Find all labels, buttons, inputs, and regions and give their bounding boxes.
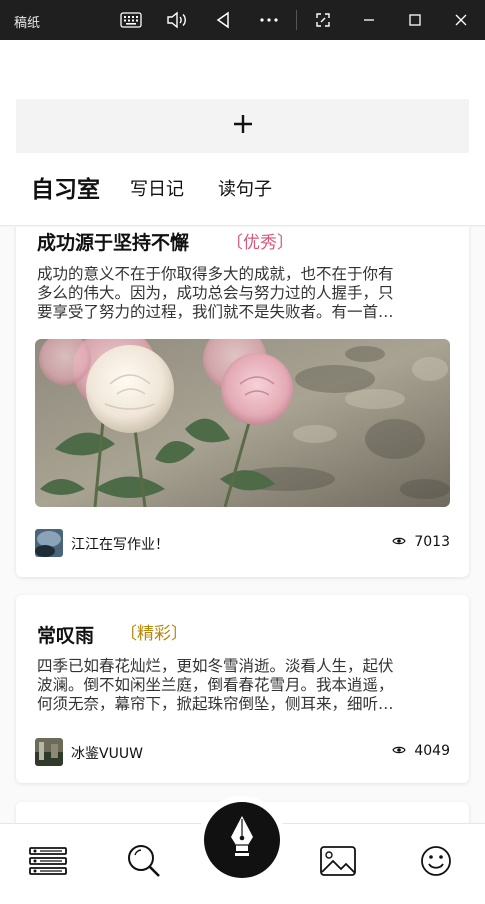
pen-nib-icon — [227, 815, 257, 865]
add-post-button[interactable] — [16, 99, 469, 153]
close-icon[interactable] — [449, 8, 473, 32]
post-feed[interactable]: 成功源于坚持不懈 〔优秀〕 成功的意义不在于你取得多大的成就，也不在于你有 多么… — [0, 227, 485, 823]
post-excerpt: 四季已如春花灿烂，更如冬雪消逝。淡看人生，起伏 波澜。倒不如闲坐兰庭，倒看春花雪… — [37, 657, 394, 713]
image-icon[interactable] — [318, 841, 358, 881]
view-count-value: 4049 — [414, 743, 450, 759]
compose-button-wrap — [198, 796, 286, 884]
back-icon[interactable] — [211, 8, 235, 32]
tab-read-sentences[interactable]: 读句子 — [218, 170, 272, 210]
keyboard-icon[interactable] — [119, 8, 143, 32]
plus-icon — [232, 113, 254, 139]
more-icon[interactable] — [257, 8, 281, 32]
avatar[interactable] — [35, 529, 63, 557]
tab-study-room[interactable]: 自习室 — [31, 170, 100, 210]
smiley-icon[interactable] — [416, 841, 456, 881]
badge-wonderful: 〔精彩〕 — [120, 624, 188, 644]
badge-excellent: 〔优秀〕 — [226, 233, 294, 253]
post-title: 常叹雨 — [37, 625, 95, 647]
eye-icon — [392, 534, 407, 550]
titlebar-separator — [296, 10, 297, 30]
post-title: 成功源于坚持不懈 — [37, 232, 190, 254]
compose-button[interactable] — [204, 802, 280, 878]
post-card[interactable]: 常叹雨 〔精彩〕 四季已如春花灿烂，更如冬雪消逝。淡看人生，起伏 波澜。倒不如闲… — [16, 595, 469, 783]
post-excerpt: 成功的意义不在于你取得多大的成就，也不在于你有 多么的伟大。因为，成功总会与努力… — [37, 265, 394, 321]
search-icon[interactable] — [124, 841, 164, 881]
post-card[interactable]: 成功源于坚持不懈 〔优秀〕 成功的意义不在于你取得多大的成就，也不在于你有 多么… — [16, 227, 469, 577]
tab-bar: 自习室 写日记 读句子 — [0, 160, 485, 226]
author-name[interactable]: 冰鉴VUUW — [71, 743, 143, 763]
tab-write-diary[interactable]: 写日记 — [130, 170, 184, 210]
author-name[interactable]: 江江在写作业！ — [71, 534, 169, 554]
author-row: 江江在写作业！ 7013 — [35, 529, 450, 557]
post-image-roses[interactable] — [35, 339, 450, 507]
list-icon[interactable] — [28, 841, 68, 881]
author-row: 冰鉴VUUW 4049 — [35, 738, 450, 766]
window-title: 稿纸 — [14, 16, 41, 31]
avatar[interactable] — [35, 738, 63, 766]
minimize-icon[interactable] — [357, 8, 381, 32]
view-count: 7013 — [392, 534, 450, 550]
maximize-icon[interactable] — [403, 8, 427, 32]
eye-icon — [392, 743, 407, 759]
volume-icon[interactable] — [165, 8, 189, 32]
view-count: 4049 — [392, 743, 450, 759]
screenshot-icon[interactable] — [311, 8, 335, 32]
window-titlebar: 稿纸 — [0, 0, 485, 40]
view-count-value: 7013 — [414, 534, 450, 550]
